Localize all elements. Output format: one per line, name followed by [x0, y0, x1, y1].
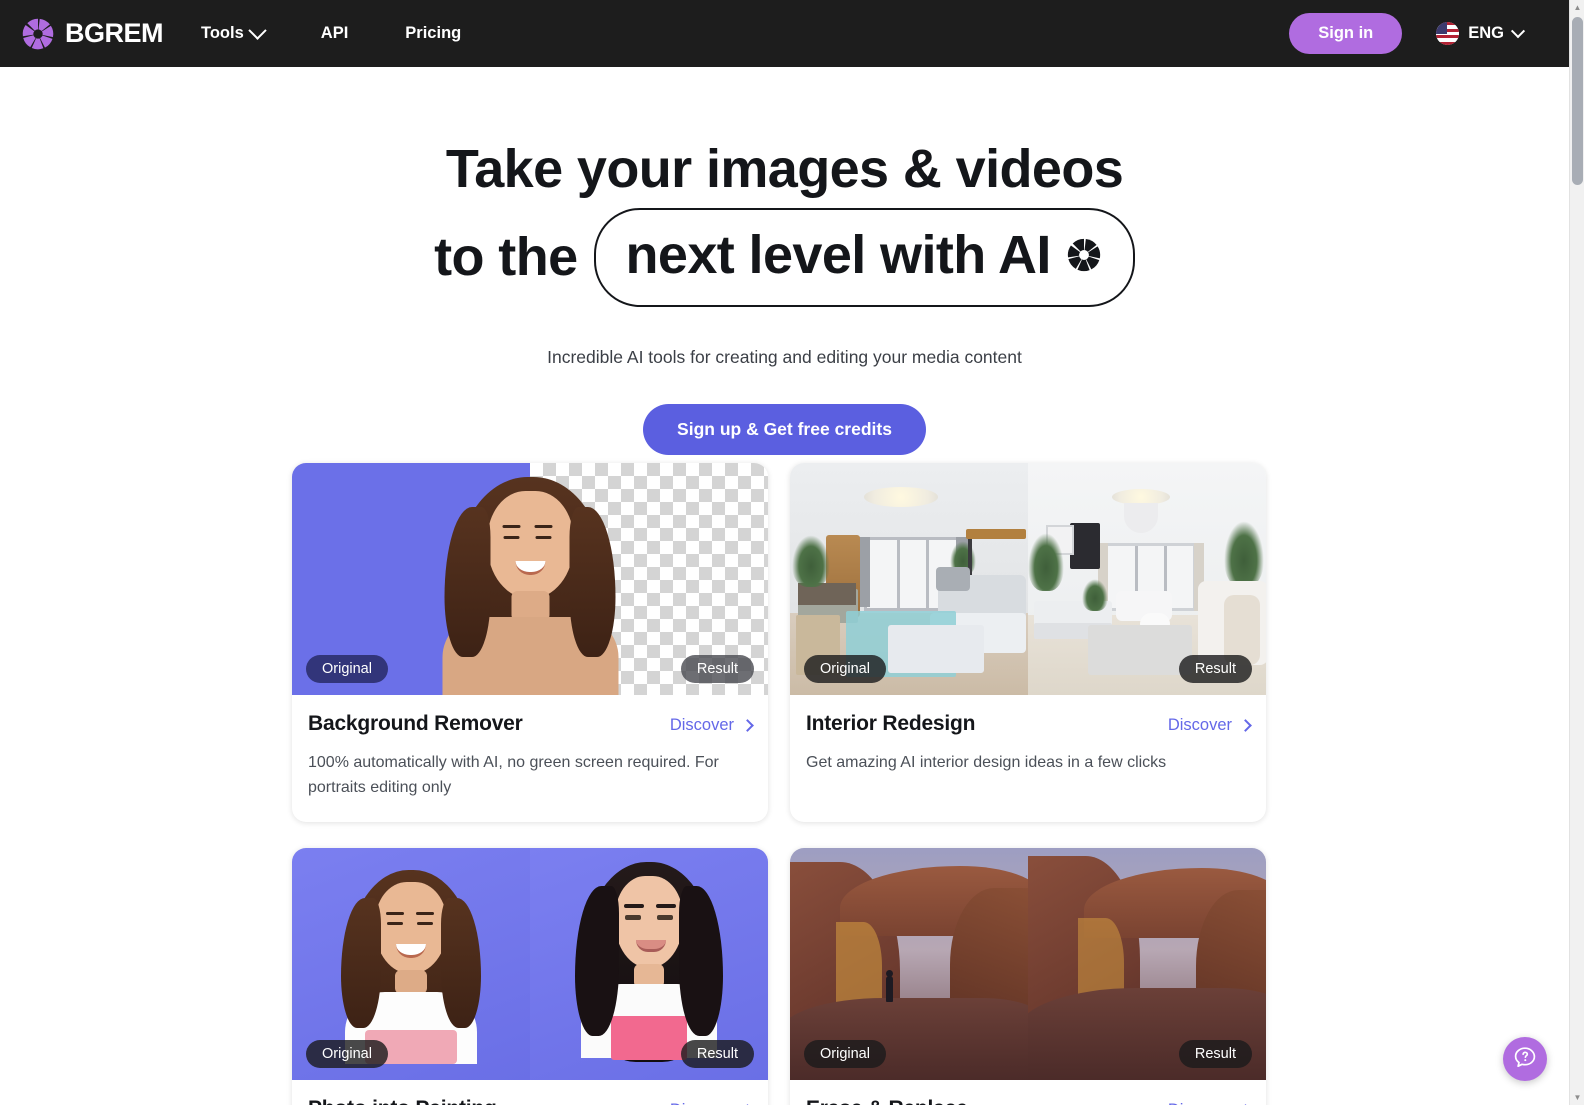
badge-original: Original [804, 1040, 886, 1069]
card-preview-result: Result [530, 848, 768, 1081]
card-title: Erase & Replace [806, 1097, 968, 1105]
badge-result: Result [1178, 655, 1252, 683]
scrollbar-thumb[interactable] [1572, 17, 1583, 185]
hiker-figure [886, 970, 893, 1003]
brand-name: BGREM [65, 18, 164, 48]
tool-card-background-remover[interactable]: Original Result Background Remover Disco… [292, 463, 768, 823]
card-header: Interior Redesign Discover [806, 712, 1252, 736]
language-selector[interactable]: ENG [1436, 22, 1526, 45]
card-header: Background Remover Discover [308, 712, 754, 736]
nav-item-pricing[interactable]: Pricing [405, 16, 461, 51]
chevron-down-icon [248, 21, 267, 40]
card-description: 100% automatically with AI, no green scr… [308, 754, 719, 796]
nav-item-tools[interactable]: Tools [201, 16, 267, 51]
card-preview-original: Original [292, 848, 530, 1081]
card-preview-image: Original Result [790, 848, 1266, 1081]
hero-title-prefix: to the [434, 227, 578, 288]
badge-original: Original [306, 1040, 388, 1069]
card-preview-result: Result [1028, 463, 1266, 695]
card-title: Background Remover [308, 712, 523, 735]
discover-label: Discover [1167, 716, 1232, 734]
discover-link[interactable]: Discover [1167, 716, 1252, 735]
discover-link[interactable]: Discover [670, 1101, 754, 1105]
signup-free-credits-button[interactable]: Sign up & Get free credits [643, 403, 926, 455]
discover-label: Discover [670, 1101, 734, 1105]
card-title: Photo into Painting [308, 1097, 497, 1105]
hero-pill-text: next level with AI [625, 225, 1052, 286]
card-body: Background Remover Discover 100% automat… [292, 695, 768, 822]
main-nav: Tools API Pricing [201, 16, 461, 51]
badge-original: Original [804, 655, 886, 683]
aperture-logo-icon [20, 16, 56, 52]
help-button[interactable] [1503, 1037, 1547, 1081]
scroll-down-arrow-icon[interactable]: ▼ [1570, 1090, 1584, 1105]
brand-logo[interactable]: BGREM [20, 16, 164, 52]
card-preview-original: Original [790, 848, 1028, 1081]
card-preview-image: Original Result [292, 463, 768, 695]
chevron-down-icon [1510, 23, 1526, 38]
card-body: Interior Redesign Discover Get amazing A… [790, 695, 1266, 798]
card-description: Get amazing AI interior design ideas in … [806, 754, 1167, 771]
chevron-right-icon [1239, 719, 1252, 732]
page-title: Take your images & videos to the next le… [0, 67, 1569, 307]
nav-item-pricing-label: Pricing [405, 24, 462, 42]
nav-item-tools-label: Tools [201, 24, 244, 42]
badge-result: Result [680, 1040, 754, 1069]
sign-in-button[interactable]: Sign in [1289, 13, 1403, 54]
hero-title-line-1: Take your images & videos [445, 139, 1124, 199]
header-actions: Sign in ENG [1289, 13, 1526, 54]
card-header: Erase & Replace Discover [806, 1097, 1252, 1105]
tool-card-interior-redesign[interactable]: Original Result Interior Redesign Discov… [790, 463, 1266, 823]
tool-card-grid: Original Result Background Remover Disco… [292, 463, 1266, 1105]
nav-item-api[interactable]: API [321, 16, 349, 51]
top-header: BGREM Tools API Pricing Sign in ENG [0, 0, 1569, 67]
card-body: Erase & Replace Discover [790, 1080, 1266, 1105]
hero-subtitle: Incredible AI tools for creating and edi… [547, 346, 1022, 367]
card-title: Interior Redesign [806, 712, 976, 735]
badge-original: Original [306, 655, 388, 683]
chevron-right-icon [741, 719, 754, 732]
hero-cta-wrap: Sign up & Get free credits [0, 403, 1569, 455]
card-body: Photo into Painting Discover [292, 1080, 768, 1105]
vertical-scrollbar[interactable]: ▲ ▼ [1569, 0, 1584, 1105]
card-preview-result: Result [1028, 848, 1266, 1081]
aperture-icon [1065, 236, 1103, 274]
badge-result: Result [1178, 1040, 1252, 1069]
scroll-up-arrow-icon[interactable]: ▲ [1570, 0, 1584, 15]
discover-label: Discover [1168, 1101, 1232, 1105]
hero-title-line-2: to the next level with AI [0, 208, 1569, 307]
tool-card-erase-replace[interactable]: Original Result Erase & Replace Discover [790, 848, 1266, 1105]
discover-link[interactable]: Discover [669, 716, 754, 735]
card-preview-image: Original Result [292, 848, 768, 1081]
nav-item-api-label: API [320, 24, 349, 42]
language-label: ENG [1468, 24, 1504, 42]
discover-label: Discover [669, 716, 734, 734]
tool-card-photo-into-painting[interactable]: Original Result [292, 848, 768, 1105]
hero-highlight-pill: next level with AI [593, 208, 1135, 307]
portrait-illustration [413, 463, 648, 695]
us-flag-icon [1436, 22, 1460, 45]
card-header: Photo into Painting Discover [308, 1097, 754, 1105]
question-chat-icon [1512, 1045, 1538, 1074]
discover-link[interactable]: Discover [1168, 1101, 1252, 1105]
hero-section: Take your images & videos to the next le… [0, 67, 1569, 455]
card-preview-image: Original Result [790, 463, 1266, 695]
badge-result: Result [680, 655, 754, 683]
card-preview-original: Original [790, 463, 1028, 695]
